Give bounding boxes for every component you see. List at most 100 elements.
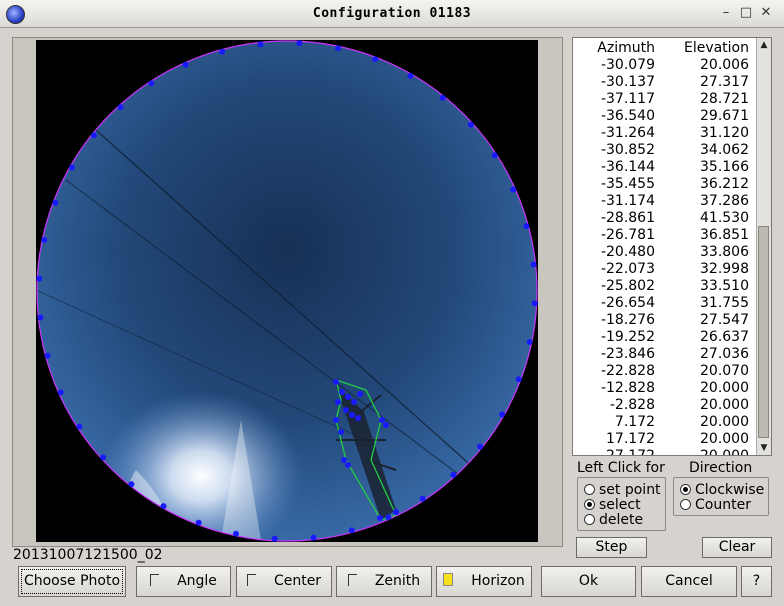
radio-select[interactable]: select [584,497,641,513]
table-row[interactable]: -26.654 31.755 [573,295,759,312]
horizon-point[interactable] [419,495,426,502]
horizon-point[interactable] [339,389,345,395]
step-button[interactable]: Step [576,537,647,558]
list-scrollbar[interactable]: ▲ ▼ [756,38,771,455]
ok-button[interactable]: Ok [541,566,636,597]
horizon-point[interactable] [338,429,344,435]
horizon-point[interactable] [195,519,202,526]
checkbox-icon[interactable] [443,573,454,586]
scroll-down-icon[interactable]: ▼ [757,441,771,455]
horizon-point[interactable] [257,41,264,48]
table-row[interactable]: -31.264 31.120 [573,125,759,142]
horizon-point[interactable] [335,45,341,52]
scroll-up-icon[interactable]: ▲ [757,38,771,52]
radio-delete[interactable]: delete [584,512,643,528]
choose-photo-button[interactable]: Choose Photo [18,566,126,597]
table-row[interactable]: 7.172 20.000 [573,414,759,431]
horizon-point[interactable] [41,237,48,243]
radio-dot[interactable] [680,499,691,510]
horizon-point[interactable] [117,104,124,111]
horizon-point[interactable] [523,223,530,230]
table-row[interactable]: -22.073 32.998 [573,261,759,278]
checkbox-icon[interactable] [150,574,160,586]
horizon-button[interactable]: Horizon [436,566,532,597]
horizon-point[interactable] [355,415,361,421]
coordinates-list[interactable]: Azimuth Elevation -30.079 20.006 -30.137 27… [572,37,772,456]
center-button[interactable]: Center [236,566,332,597]
table-row[interactable]: -37.117 28.721 [573,91,759,108]
table-row[interactable]: -23.846 27.036 [573,346,759,363]
horizon-point[interactable] [333,379,339,385]
cancel-button[interactable]: Cancel [641,566,737,597]
horizon-point[interactable] [333,417,339,423]
horizon-point[interactable] [182,61,189,68]
radio-clockwise[interactable]: Clockwise [680,482,764,498]
horizon-point[interactable] [477,443,484,450]
horizon-point[interactable] [57,389,64,396]
radio-dot[interactable] [680,484,691,495]
horizon-point[interactable] [383,422,389,428]
horizon-point[interactable] [515,376,522,383]
table-row[interactable]: -30.079 20.006 [573,57,759,74]
table-row[interactable]: -19.252 26.637 [573,329,759,346]
table-row[interactable]: -25.802 33.510 [573,278,759,295]
table-row[interactable]: 27.172 20.000 [573,448,759,455]
table-row[interactable]: -36.540 29.671 [573,108,759,125]
table-row[interactable]: -36.144 35.166 [573,159,759,176]
table-row[interactable]: -31.174 37.286 [573,193,759,210]
horizon-point[interactable] [357,391,363,397]
horizon-point[interactable] [372,56,379,63]
horizon-point[interactable] [335,399,341,405]
horizon-point[interactable] [296,40,303,47]
table-row[interactable]: -2.828 20.000 [573,397,759,414]
horizon-point[interactable] [36,275,43,282]
horizon-point[interactable] [90,132,97,139]
horizon-point[interactable] [343,407,349,413]
table-row[interactable]: 17.172 20.000 [573,431,759,448]
close-icon[interactable]: ✕ [758,5,774,21]
horizon-point[interactable] [439,94,446,101]
table-row[interactable]: -20.480 33.806 [573,244,759,261]
help-button[interactable]: ? [741,566,772,597]
horizon-point[interactable] [450,471,457,478]
table-row[interactable]: -30.137 27.317 [573,74,759,91]
radio-set-point[interactable]: set point [584,482,661,498]
scroll-thumb[interactable] [758,226,769,438]
fisheye-photo[interactable] [36,40,538,542]
horizon-point[interactable] [531,300,538,307]
table-row[interactable]: -35.455 36.212 [573,176,759,193]
horizon-point[interactable] [491,152,498,159]
horizon-point[interactable] [76,423,83,430]
horizon-point[interactable] [348,527,355,534]
checkbox-icon[interactable] [347,574,357,586]
horizon-point[interactable] [44,352,51,359]
sky-image[interactable] [36,40,538,542]
horizon-point[interactable] [385,514,392,521]
horizon-point[interactable] [52,199,59,206]
table-row[interactable]: -28.861 41.530 [573,210,759,227]
table-row[interactable]: -18.276 27.547 [573,312,759,329]
horizon-point[interactable] [68,164,75,171]
horizon-point[interactable] [345,394,351,400]
clear-button[interactable]: Clear [702,537,772,558]
horizon-point[interactable] [148,80,155,87]
horizon-point[interactable] [271,535,278,542]
horizon-point[interactable] [37,314,44,321]
horizon-point[interactable] [526,339,533,345]
horizon-point[interactable] [345,462,351,468]
horizon-point[interactable] [233,530,239,537]
horizon-point[interactable] [341,457,347,463]
horizon-point[interactable] [128,481,135,488]
table-row[interactable]: -26.781 36.851 [573,227,759,244]
horizon-point[interactable] [219,48,226,55]
horizon-point[interactable] [160,503,167,510]
horizon-point[interactable] [379,417,385,423]
minimize-icon[interactable]: – [718,5,734,21]
horizon-point[interactable] [407,72,414,79]
radio-counter[interactable]: Counter [680,497,751,513]
horizon-point[interactable] [530,261,537,268]
zenith-button[interactable]: Zenith [336,566,432,597]
table-row[interactable]: -22.828 20.070 [573,363,759,380]
horizon-point[interactable] [499,411,506,418]
horizon-point[interactable] [393,509,399,515]
